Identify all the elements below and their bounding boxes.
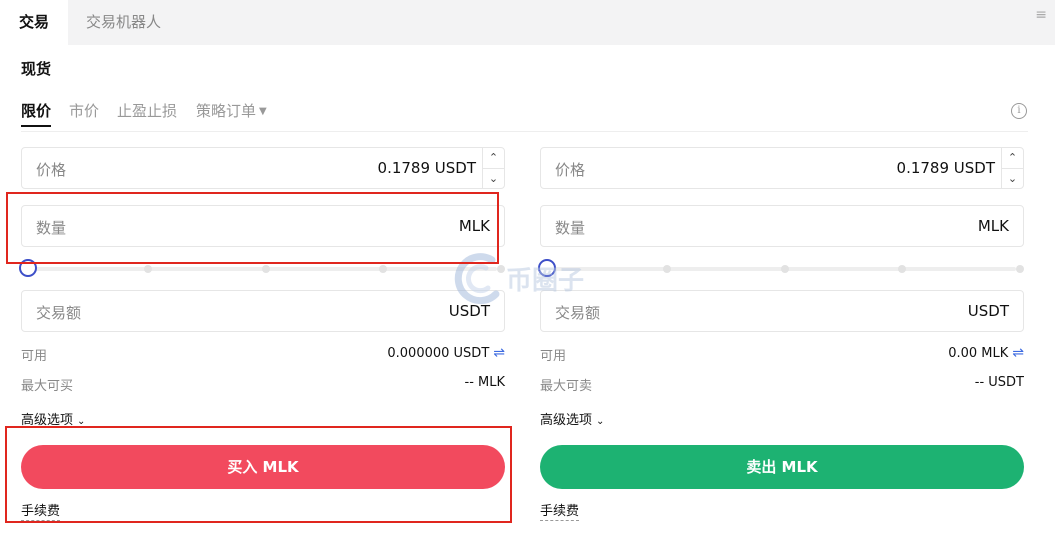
buy-available-label: 可用 <box>21 349 48 364</box>
order-tab-strategy-label: 策略订单 <box>196 102 257 120</box>
tab-trading-bot[interactable]: 交易机器人 <box>86 0 161 45</box>
sell-button[interactable]: 卖出 MLK <box>540 445 1024 489</box>
buy-amount-slider[interactable] <box>19 258 505 278</box>
sell-price-value: 0.1789 USDT <box>896 159 995 177</box>
buy-total-label: 交易额 <box>36 304 82 322</box>
slider-dot-100[interactable] <box>1016 265 1024 273</box>
buy-max-value: -- MLK <box>464 375 506 390</box>
buy-price-value: 0.1789 USDT <box>377 159 476 177</box>
order-tab-strategy[interactable]: 策略订单 ▼ <box>196 100 267 121</box>
chevron-up-icon[interactable]: ⌃ <box>1002 148 1023 168</box>
caret-down-icon: ▼ <box>259 106 267 117</box>
sell-advanced-label: 高级选项 <box>540 413 593 428</box>
sell-amount-field[interactable]: 数量 MLK <box>540 205 1024 247</box>
section-title: 现货 <box>21 60 52 78</box>
slider-dot-50[interactable] <box>781 265 789 273</box>
tab-trade[interactable]: 交易 <box>0 0 68 45</box>
sell-amount-unit: MLK <box>977 217 1009 235</box>
info-icon[interactable]: i <box>1011 103 1027 119</box>
slider-dot-25[interactable] <box>663 265 671 273</box>
buy-price-field[interactable]: 价格 0.1789 USDT ⌃ ⌄ <box>21 147 505 189</box>
buy-advanced-label: 高级选项 <box>21 413 74 428</box>
sell-fee-link[interactable]: 手续费 <box>540 504 580 521</box>
order-tab-limit[interactable]: 限价 <box>21 100 51 121</box>
sell-available-value: 0.00 MLK <box>948 346 1009 361</box>
sell-available-label: 可用 <box>540 349 567 364</box>
buy-price-stepper[interactable]: ⌃ ⌄ <box>482 148 504 188</box>
sell-max-value: -- USDT <box>974 375 1024 390</box>
watermark-text: 币圈子 <box>506 266 585 296</box>
sell-max-label: 最大可卖 <box>540 379 593 394</box>
slider-dot-75[interactable] <box>379 265 387 273</box>
order-tab-stop[interactable]: 止盈止损 <box>117 100 177 121</box>
sell-total-label: 交易额 <box>555 304 601 322</box>
top-tab-bar: 交易 交易机器人 ≡ <box>0 0 1055 45</box>
slider-dot-50[interactable] <box>262 265 270 273</box>
sell-total-unit: USDT <box>967 302 1009 320</box>
slider-knob[interactable] <box>19 259 37 277</box>
watermark-logo-icon <box>454 253 500 305</box>
buy-amount-field[interactable]: 数量 MLK <box>21 205 505 247</box>
buy-available-value: 0.000000 USDT <box>387 346 490 361</box>
buy-available-row: 0.000000 USDT ⇌ <box>387 345 505 361</box>
buy-amount-unit: MLK <box>458 217 490 235</box>
sell-price-label: 价格 <box>555 161 586 179</box>
sell-price-stepper[interactable]: ⌃ ⌄ <box>1001 148 1023 188</box>
order-tab-market[interactable]: 市价 <box>69 100 99 121</box>
buy-advanced-toggle[interactable]: 高级选项 ⌄ <box>21 409 85 428</box>
sell-available-row: 0.00 MLK ⇌ <box>948 345 1024 361</box>
chevron-up-icon[interactable]: ⌃ <box>483 148 504 168</box>
slider-dot-75[interactable] <box>898 265 906 273</box>
buy-fee-link[interactable]: 手续费 <box>21 504 61 521</box>
buy-total-field[interactable]: 交易额 USDT <box>21 290 505 332</box>
chevron-down-icon[interactable]: ⌄ <box>483 168 504 188</box>
chevron-down-icon: ⌄ <box>596 416 605 427</box>
buy-button[interactable]: 买入 MLK <box>21 445 505 489</box>
chevron-down-icon: ⌄ <box>77 416 86 427</box>
swap-icon[interactable]: ⇌ <box>1012 345 1024 361</box>
chevron-down-icon[interactable]: ⌄ <box>1002 168 1023 188</box>
menu-icon[interactable]: ≡ <box>1035 8 1047 22</box>
sell-amount-slider[interactable] <box>538 258 1024 278</box>
sell-amount-label: 数量 <box>555 219 586 237</box>
swap-icon[interactable]: ⇌ <box>493 345 505 361</box>
buy-max-label: 最大可买 <box>21 379 74 394</box>
sell-price-field[interactable]: 价格 0.1789 USDT ⌃ ⌄ <box>540 147 1024 189</box>
sell-advanced-toggle[interactable]: 高级选项 ⌄ <box>540 409 604 428</box>
tabs-divider <box>21 131 1028 132</box>
buy-price-label: 价格 <box>36 161 67 179</box>
active-tab-underline <box>21 125 51 127</box>
sell-total-field[interactable]: 交易额 USDT <box>540 290 1024 332</box>
buy-amount-label: 数量 <box>36 219 67 237</box>
slider-dot-25[interactable] <box>144 265 152 273</box>
